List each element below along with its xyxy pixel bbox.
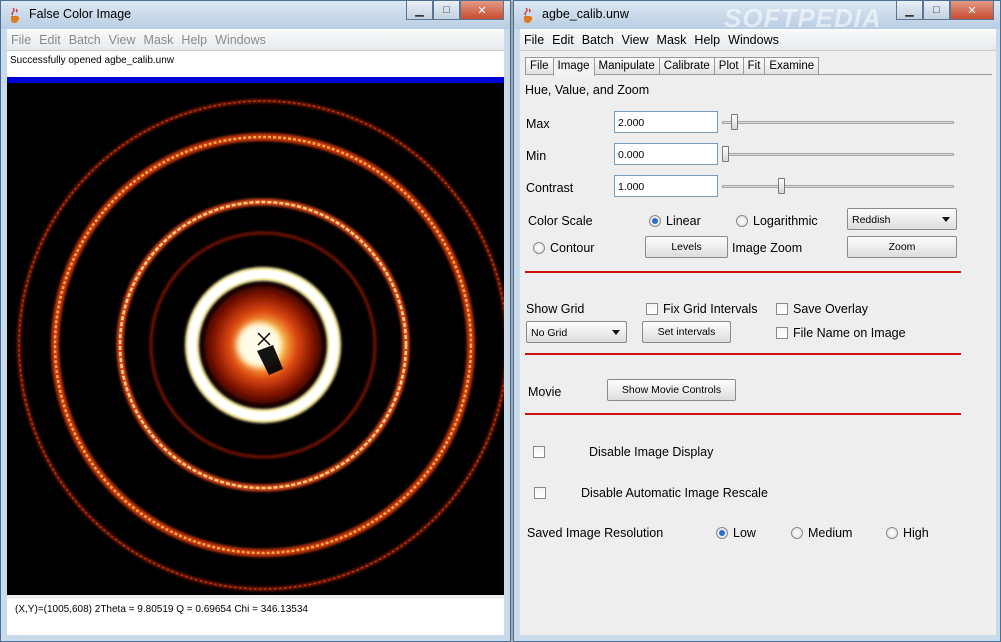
menu-batch[interactable]: Batch bbox=[582, 33, 614, 47]
fix-grid-label: Fix Grid Intervals bbox=[663, 302, 758, 316]
chevron-down-icon bbox=[612, 330, 620, 335]
disable-display-checkbox[interactable] bbox=[533, 446, 545, 458]
tab-manipulate[interactable]: Manipulate bbox=[593, 57, 660, 75]
tab-file[interactable]: File bbox=[525, 57, 554, 75]
file-name-checkbox[interactable] bbox=[776, 327, 788, 339]
res-low-label: Low bbox=[733, 526, 756, 540]
set-intervals-button[interactable]: Set intervals bbox=[642, 321, 731, 343]
left-window-title: False Color Image bbox=[29, 7, 132, 21]
res-medium-label: Medium bbox=[808, 526, 853, 540]
status-message: Successfully opened agbe_calib.unw bbox=[7, 51, 504, 77]
maximize-icon[interactable]: □ bbox=[923, 1, 950, 20]
java-cup-icon bbox=[11, 7, 20, 23]
grid-select-value: No Grid bbox=[531, 327, 568, 339]
minimize-icon[interactable]: ▁ bbox=[896, 1, 923, 20]
menu-help[interactable]: Help bbox=[181, 33, 207, 47]
linear-radio[interactable] bbox=[649, 215, 661, 227]
tab-fit[interactable]: Fit bbox=[742, 57, 766, 75]
diffraction-rings bbox=[7, 83, 504, 595]
menu-mask[interactable]: Mask bbox=[657, 33, 687, 47]
res-low-radio[interactable] bbox=[716, 527, 728, 539]
color-scale-label: Color Scale bbox=[528, 214, 593, 228]
right-menubar: File Edit Batch View Mask Help Windows bbox=[520, 29, 996, 51]
menu-mask[interactable]: Mask bbox=[144, 33, 174, 47]
color-scheme-select[interactable]: Reddish bbox=[847, 208, 957, 230]
save-overlay-checkbox[interactable] bbox=[776, 303, 788, 315]
menu-view[interactable]: View bbox=[622, 33, 649, 47]
menu-file[interactable]: File bbox=[11, 33, 31, 47]
min-label: Min bbox=[526, 149, 547, 163]
menu-batch[interactable]: Batch bbox=[69, 33, 101, 47]
menu-windows[interactable]: Windows bbox=[215, 33, 266, 47]
menu-view[interactable]: View bbox=[109, 33, 136, 47]
grid-select[interactable]: No Grid bbox=[526, 321, 627, 343]
left-menubar: File Edit Batch View Mask Help Windows bbox=[7, 29, 504, 51]
res-medium-radio[interactable] bbox=[791, 527, 803, 539]
right-client: File Edit Batch View Mask Help Windows F… bbox=[520, 29, 996, 635]
show-movie-controls-button[interactable]: Show Movie Controls bbox=[607, 379, 736, 401]
color-scheme-value: Reddish bbox=[852, 214, 891, 226]
image-tab-panel: Hue, Value, and Zoom Max 2.000 Min 0.000… bbox=[525, 74, 992, 633]
menu-edit[interactable]: Edit bbox=[39, 33, 61, 47]
tab-calibrate[interactable]: Calibrate bbox=[658, 57, 715, 75]
res-high-label: High bbox=[903, 526, 929, 540]
diffraction-image[interactable] bbox=[7, 83, 504, 595]
file-name-label: File Name on Image bbox=[793, 326, 906, 340]
false-color-window: False Color Image ▁ □ ✕ File Edit Batch … bbox=[0, 0, 511, 642]
contrast-input[interactable]: 1.000 bbox=[614, 175, 718, 197]
disable-display-label: Disable Image Display bbox=[589, 445, 714, 459]
save-overlay-label: Save Overlay bbox=[793, 302, 869, 316]
contour-checkbox[interactable] bbox=[533, 242, 545, 254]
java-cup-icon bbox=[524, 7, 533, 23]
right-titlebar[interactable]: agbe_calib.unw SOFTPEDIA ▁ □ ✕ bbox=[514, 1, 1000, 33]
minimize-icon[interactable]: ▁ bbox=[406, 1, 433, 20]
contrast-slider[interactable] bbox=[722, 178, 954, 194]
contour-label: Contour bbox=[550, 241, 595, 255]
menu-help[interactable]: Help bbox=[694, 33, 720, 47]
agbe-calib-window: agbe_calib.unw SOFTPEDIA ▁ □ ✕ File Edit… bbox=[513, 0, 1001, 642]
right-window-title: agbe_calib.unw bbox=[542, 7, 629, 21]
tab-plot[interactable]: Plot bbox=[713, 57, 744, 75]
section-title: Hue, Value, and Zoom bbox=[525, 83, 650, 97]
min-slider-thumb[interactable] bbox=[722, 146, 729, 162]
left-client: File Edit Batch View Mask Help Windows S… bbox=[7, 29, 504, 635]
show-grid-label: Show Grid bbox=[526, 302, 585, 316]
menu-edit[interactable]: Edit bbox=[552, 33, 574, 47]
resolution-label: Saved Image Resolution bbox=[527, 526, 664, 540]
close-icon[interactable]: ✕ bbox=[460, 1, 504, 20]
levels-button[interactable]: Levels bbox=[645, 236, 728, 258]
close-icon[interactable]: ✕ bbox=[950, 1, 994, 20]
linear-label: Linear bbox=[666, 214, 701, 228]
maximize-icon[interactable]: □ bbox=[433, 1, 460, 20]
res-high-radio[interactable] bbox=[886, 527, 898, 539]
max-input[interactable]: 2.000 bbox=[614, 111, 718, 133]
contrast-slider-thumb[interactable] bbox=[778, 178, 785, 194]
menu-file[interactable]: File bbox=[524, 33, 544, 47]
section-divider bbox=[525, 271, 961, 273]
menu-windows[interactable]: Windows bbox=[728, 33, 779, 47]
section-divider bbox=[525, 353, 961, 355]
image-zoom-label: Image Zoom bbox=[732, 241, 803, 255]
disable-rescale-label: Disable Automatic Image Rescale bbox=[581, 486, 768, 500]
cursor-coordinates: (X,Y)=(1005,608) 2Theta = 9.80519 Q = 0.… bbox=[7, 599, 504, 635]
movie-label: Movie bbox=[528, 385, 562, 399]
left-titlebar[interactable]: False Color Image ▁ □ ✕ bbox=[1, 1, 510, 29]
max-slider-thumb[interactable] bbox=[731, 114, 738, 130]
tab-image[interactable]: Image bbox=[552, 57, 595, 76]
tab-strip: File Image Manipulate Calibrate Plot Fit… bbox=[525, 57, 820, 76]
max-slider[interactable] bbox=[722, 114, 954, 130]
zoom-button[interactable]: Zoom bbox=[847, 236, 957, 258]
logarithmic-radio[interactable] bbox=[736, 215, 748, 227]
logarithmic-label: Logarithmic bbox=[753, 214, 818, 228]
min-input[interactable]: 0.000 bbox=[614, 143, 718, 165]
max-label: Max bbox=[526, 117, 550, 131]
tab-examine[interactable]: Examine bbox=[764, 57, 820, 75]
disable-rescale-checkbox[interactable] bbox=[534, 487, 546, 499]
min-slider[interactable] bbox=[722, 146, 954, 162]
contrast-label: Contrast bbox=[526, 181, 574, 195]
chevron-down-icon bbox=[942, 217, 950, 222]
section-divider bbox=[525, 413, 961, 415]
fix-grid-checkbox[interactable] bbox=[646, 303, 658, 315]
